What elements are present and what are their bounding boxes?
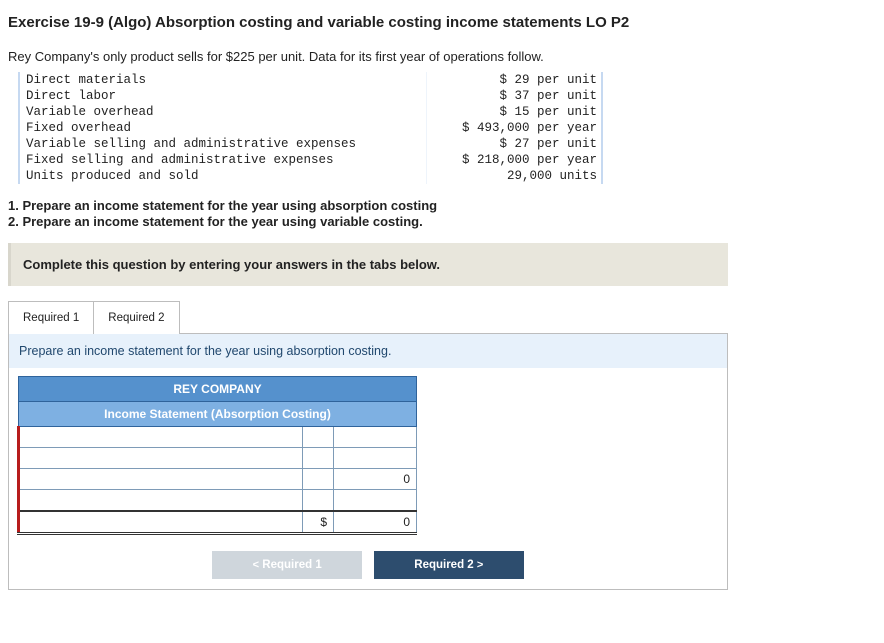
next-button-label: Required 2 — [414, 559, 473, 571]
data-value: $ 27 per unit — [427, 136, 603, 152]
panel-instruction: Prepare an income statement for the year… — [9, 334, 727, 368]
footer-nav: < Required 1 Required 2 > — [9, 543, 727, 589]
tab-required-1[interactable]: Required 1 — [8, 301, 94, 334]
tab-panel: Prepare an income statement for the year… — [8, 333, 728, 590]
exercise-title: Exercise 19-9 (Algo) Absorption costing … — [8, 14, 876, 31]
currency-cell: $ — [303, 511, 334, 534]
line-item-input[interactable] — [19, 427, 303, 448]
data-table: Direct materials$ 29 per unit Direct lab… — [18, 72, 603, 184]
line-item-input[interactable] — [19, 469, 303, 490]
income-statement-grid: REY COMPANY Income Statement (Absorption… — [17, 376, 417, 535]
question-1: 1. Prepare an income statement for the y… — [8, 198, 876, 213]
data-label: Fixed overhead — [19, 120, 427, 136]
currency-cell[interactable] — [303, 490, 334, 512]
data-value: $ 493,000 per year — [427, 120, 603, 136]
data-value: 29,000 units — [427, 168, 603, 184]
amount-input[interactable] — [334, 427, 417, 448]
instruction-bar: Complete this question by entering your … — [8, 243, 728, 286]
chevron-left-icon: < — [253, 559, 259, 571]
amount-input[interactable] — [334, 448, 417, 469]
data-value: $ 15 per unit — [427, 104, 603, 120]
data-label: Variable selling and administrative expe… — [19, 136, 427, 152]
data-label: Units produced and sold — [19, 168, 427, 184]
chevron-right-icon: > — [477, 559, 483, 571]
line-item-input[interactable] — [19, 490, 303, 512]
grid-header-company: REY COMPANY — [19, 377, 417, 402]
tab-strip: Required 1Required 2 — [8, 300, 876, 333]
grid-header-statement: Income Statement (Absorption Costing) — [19, 402, 417, 427]
data-value: $ 218,000 per year — [427, 152, 603, 168]
question-list: 1. Prepare an income statement for the y… — [8, 198, 876, 229]
currency-cell[interactable] — [303, 427, 334, 448]
data-label: Direct labor — [19, 88, 427, 104]
data-value: $ 29 per unit — [427, 72, 603, 88]
data-label: Variable overhead — [19, 104, 427, 120]
amount-output: 0 — [334, 469, 417, 490]
amount-input[interactable] — [334, 490, 417, 512]
question-2: 2. Prepare an income statement for the y… — [8, 214, 876, 229]
prev-button: < Required 1 — [212, 551, 362, 579]
prev-button-label: Required 1 — [262, 559, 321, 571]
currency-cell[interactable] — [303, 448, 334, 469]
data-value: $ 37 per unit — [427, 88, 603, 104]
data-label: Fixed selling and administrative expense… — [19, 152, 427, 168]
amount-output: 0 — [334, 511, 417, 534]
data-label: Direct materials — [19, 72, 427, 88]
line-item-input[interactable] — [19, 448, 303, 469]
next-button[interactable]: Required 2 > — [374, 551, 524, 579]
tab-required-2[interactable]: Required 2 — [94, 301, 179, 334]
line-item-input[interactable] — [19, 511, 303, 534]
currency-cell[interactable] — [303, 469, 334, 490]
intro-text: Rey Company's only product sells for $22… — [8, 49, 876, 64]
